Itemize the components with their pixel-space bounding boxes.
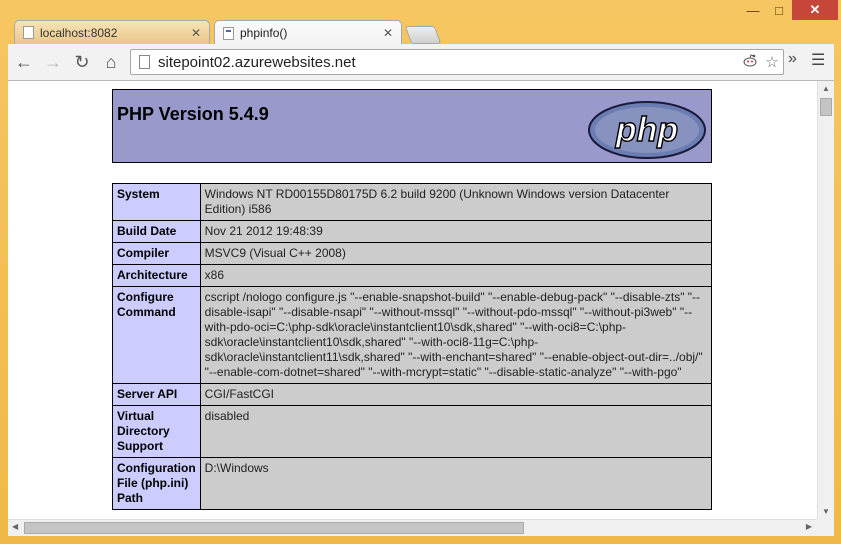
table-row: Server API CGI/FastCGI [112, 383, 713, 406]
row-value: CGI/FastCGI [199, 383, 713, 406]
browser-window: — □ ✕ localhost:8082 ✕ phpinfo() ✕ ← → ↻… [0, 0, 841, 544]
home-icon[interactable]: ⌂ [98, 49, 124, 75]
table-row: Configuration File (php.ini) Path D:\Win… [112, 457, 713, 510]
tab-phpinfo[interactable]: phpinfo() ✕ [214, 20, 402, 45]
overflow-chevron-icon[interactable]: » [788, 50, 797, 68]
vertical-scrollbar[interactable]: ▲ ▼ [817, 81, 834, 519]
php-page-icon [223, 26, 234, 40]
close-window-button[interactable]: ✕ [792, 0, 838, 20]
page-icon [139, 55, 150, 69]
scroll-left-icon[interactable]: ◀ [12, 522, 18, 531]
row-key: Compiler [112, 242, 201, 265]
table-row: System Windows NT RD00155D80175D 6.2 bui… [112, 183, 713, 221]
table-row: Virtual Directory Support disabled [112, 405, 713, 458]
scroll-right-icon[interactable]: ▶ [806, 522, 812, 531]
row-key: Server API [112, 383, 201, 406]
window-controls: — □ ✕ [740, 0, 838, 20]
reload-icon[interactable]: ↻ [69, 49, 95, 75]
row-key: Virtual Directory Support [112, 405, 201, 458]
horizontal-scrollbar[interactable]: ◀ ▶ [8, 519, 834, 536]
row-value: cscript /nologo configure.js "--enable-s… [199, 286, 713, 384]
row-key: Configure Command [112, 286, 201, 384]
tab-label: phpinfo() [240, 26, 288, 40]
tab-localhost[interactable]: localhost:8082 ✕ [14, 20, 210, 44]
page-title: PHP Version 5.4.9 [117, 104, 269, 124]
table-row: Compiler MSVC9 (Visual C++ 2008) [112, 242, 713, 265]
page-viewport: PHP Version 5.4.9 php System Windows NT … [8, 81, 834, 536]
row-value: disabled [199, 405, 713, 458]
phpinfo-table: System Windows NT RD00155D80175D 6.2 bui… [112, 183, 713, 510]
scrollbar-corner [817, 519, 834, 536]
horizontal-scroll-thumb[interactable] [24, 522, 524, 534]
row-value: Nov 21 2012 19:48:39 [199, 220, 713, 243]
close-icon[interactable]: ✕ [383, 26, 393, 40]
close-icon[interactable]: ✕ [191, 26, 201, 40]
tab-strip: localhost:8082 ✕ phpinfo() ✕ [10, 18, 610, 45]
row-key: Build Date [112, 220, 201, 243]
row-value: Windows NT RD00155D80175D 6.2 build 9200… [199, 183, 713, 221]
new-tab-button[interactable] [404, 26, 442, 44]
address-bar[interactable]: sitepoint02.azurewebsites.net ☆ [130, 49, 784, 75]
php-logo-text: php [615, 111, 678, 149]
star-bookmark-icon[interactable]: ☆ [761, 53, 783, 71]
page-icon [23, 26, 34, 39]
menu-icon[interactable]: ☰ [811, 50, 825, 70]
row-value: D:\Windows [199, 457, 713, 510]
browser-toolbar: ← → ↻ ⌂ sitepoint02.azurewebsites.net ☆ … [8, 44, 834, 81]
maximize-button[interactable]: □ [766, 0, 792, 20]
minimize-button[interactable]: — [740, 0, 766, 20]
url-text[interactable]: sitepoint02.azurewebsites.net [158, 54, 739, 71]
row-key: Architecture [112, 264, 201, 287]
row-value: x86 [199, 264, 713, 287]
table-row: Architecture x86 [112, 264, 713, 287]
scroll-down-icon[interactable]: ▼ [818, 507, 834, 516]
row-key: System [112, 183, 201, 221]
row-key: Configuration File (php.ini) Path [112, 457, 201, 510]
row-value: MSVC9 (Visual C++ 2008) [199, 242, 713, 265]
scroll-up-icon[interactable]: ▲ [818, 84, 834, 93]
php-version-header: PHP Version 5.4.9 php [112, 89, 712, 163]
php-logo: php [588, 101, 706, 159]
forward-arrow-icon[interactable]: → [40, 49, 66, 75]
reddit-icon[interactable] [739, 53, 761, 71]
table-row: Build Date Nov 21 2012 19:48:39 [112, 220, 713, 243]
tab-label: localhost:8082 [40, 25, 118, 40]
table-row: Configure Command cscript /nologo config… [112, 286, 713, 384]
back-arrow-icon[interactable]: ← [11, 49, 37, 75]
vertical-scroll-thumb[interactable] [820, 98, 832, 116]
